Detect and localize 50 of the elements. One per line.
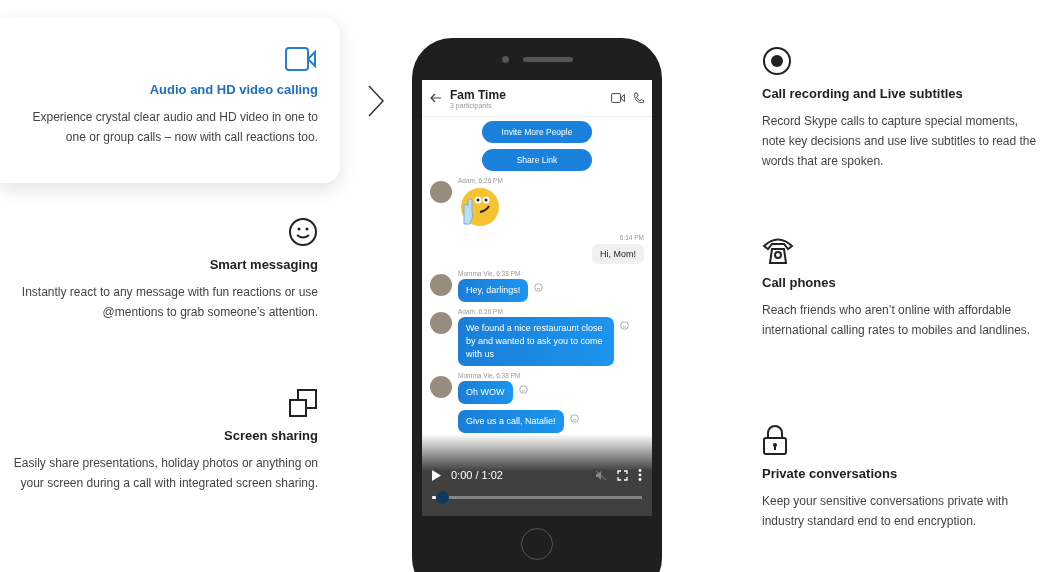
reaction-smiley-icon[interactable] <box>569 414 579 423</box>
play-icon[interactable] <box>432 469 441 481</box>
smiley-icon <box>288 217 318 247</box>
reaction-smiley-icon[interactable] <box>620 321 629 330</box>
camera-dot <box>501 55 509 63</box>
feature-description: Instantly react to any message with fun reactions or use @mentions to grab someone’s attention. <box>20 284 318 321</box>
feature-description: Easily share presentations, holiday photos or anything on your screen during a call with integrated screen sharing. <box>12 455 318 492</box>
feature-card[interactable]: Audio and HD video calling Experience crystal clear audio and HD video in one to one or group calls – now with call reactions too. <box>0 18 340 183</box>
feature-title: Call phones <box>762 275 836 290</box>
avatar <box>430 181 452 203</box>
avatar <box>430 274 452 296</box>
incoming-message: We found a nice restauraunt close by and wanted to ask you to come with us <box>458 317 614 366</box>
incoming-message: Give us a call, Natalie! <box>458 410 564 433</box>
more-options-icon[interactable] <box>638 469 642 481</box>
chat-action-button[interactable]: Share Link <box>482 149 592 171</box>
feature-title: Screen sharing <box>224 428 318 443</box>
chevron-right-icon[interactable] <box>367 84 385 118</box>
progress-thumb[interactable] <box>435 491 449 504</box>
mute-icon[interactable] <box>595 469 607 481</box>
screen-share-icon <box>288 388 318 418</box>
feature-description: Experience crystal clear audio and HD video in one to one or group calls – now with call reactions too. <box>31 109 318 146</box>
fullscreen-icon[interactable] <box>617 469 628 481</box>
avatar <box>430 312 452 334</box>
feature-title: Smart messaging <box>209 257 318 272</box>
feature-description: Reach friends who aren’t online with affordable international calling rates to mobiles and landlines. <box>762 302 1032 339</box>
chat-action-button[interactable]: Invite More People <box>482 121 592 143</box>
feature-card[interactable]: Smart messaging Instantly react to any message with fun reactions or use @mentions to grab someone’s attention. <box>0 189 340 354</box>
incoming-message: Hey, darlings! <box>458 279 529 302</box>
reaction-smiley-icon[interactable] <box>534 283 544 292</box>
record-icon <box>762 46 792 76</box>
avatar <box>430 376 452 398</box>
feature-description: Keep your sensitive conversations private with industry standard end to end encryption. <box>762 493 1010 530</box>
waving-emoji-sticker <box>458 186 500 228</box>
feature-title: Call recording and Live subtitles <box>762 86 963 101</box>
chat-title: Fam Time <box>450 87 507 102</box>
telephone-icon <box>762 235 794 265</box>
feature-card[interactable]: Screen sharing Easily share presentations, holiday photos or anything on your screen during a call with integrated screen sharing. <box>0 360 340 525</box>
padlock-icon <box>762 424 788 456</box>
video-time: 0:00 / 1:02 <box>451 469 504 481</box>
incoming-message: Oh WOW <box>458 381 513 404</box>
back-arrow-icon[interactable] <box>430 93 442 103</box>
phone-call-icon[interactable] <box>633 92 644 104</box>
feature-description: Record Skype calls to capture special moments, note key decisions and use live subtitles to read the words that are spoken. <box>762 113 1038 170</box>
video-call-icon[interactable] <box>611 93 625 103</box>
outgoing-message: Hi, Mom! <box>592 244 644 264</box>
speaker-slot <box>522 56 573 62</box>
video-camera-icon <box>284 46 318 72</box>
reaction-smiley-icon[interactable] <box>518 385 528 394</box>
feature-title: Audio and HD video calling <box>149 82 318 97</box>
feature-title: Private conversations <box>762 466 898 481</box>
